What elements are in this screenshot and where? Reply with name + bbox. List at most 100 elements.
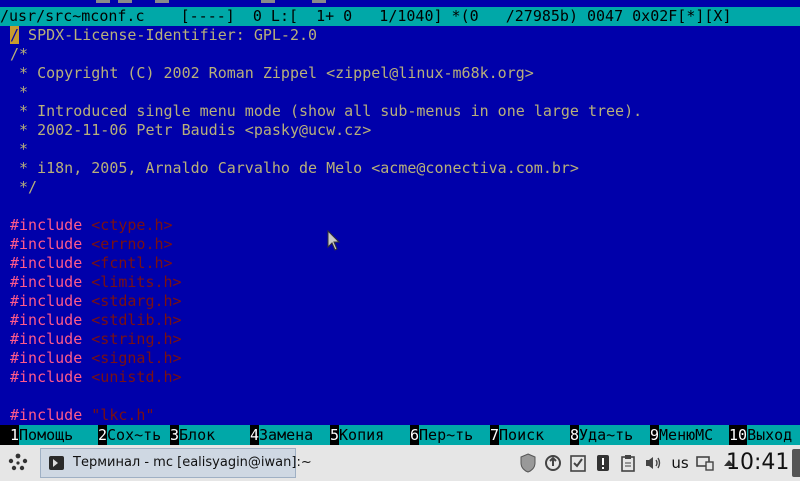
app-menu-icon[interactable] — [6, 452, 30, 474]
code-line: * i18n, 2005, Arnaldo Carvalho de Melo <… — [10, 159, 579, 178]
fkey-number: 8 — [570, 426, 580, 444]
preprocessor-keyword: #include — [10, 254, 83, 272]
update-icon[interactable] — [543, 453, 563, 473]
code-line: * Copyright (C) 2002 Roman Zippel <zippe… — [10, 64, 534, 83]
code-line-include: #include <string.h> — [10, 330, 182, 349]
fkey-number: 3 — [170, 426, 180, 444]
window-title: Терминал - mc [ealisyagin@iwan]:~ — [73, 455, 312, 470]
include-path: "lkc.h" — [91, 406, 155, 424]
code-line: * 2002-11-06 Petr Baudis <pasky@ucw.cz> — [10, 121, 371, 140]
editor-area[interactable]: / SPDX-License-Identifier: GPL-2.0/* * C… — [0, 26, 800, 426]
code-line: * — [10, 140, 28, 159]
code-line-include: #include <stdarg.h> — [10, 292, 182, 311]
include-path: <limits.h> — [91, 273, 182, 291]
system-tray: us — [518, 445, 739, 481]
include-path: <errno.h> — [91, 235, 173, 253]
code-line-include: #include "lkc.h" — [10, 406, 155, 425]
notification-icon[interactable] — [593, 453, 613, 473]
comment-text: * 2002-11-06 Petr Baudis <pasky@ucw.cz> — [10, 121, 372, 139]
comment-text: * — [10, 140, 29, 158]
preprocessor-keyword: #include — [10, 368, 83, 386]
preprocessor-keyword: #include — [10, 216, 83, 234]
fkey-label: Уда~ть — [579, 425, 651, 445]
taskbar-window-terminal[interactable]: Терминал - mc [ealisyagin@iwan]:~ — [40, 448, 312, 478]
comment-text: * i18n, 2005, Arnaldo Carvalho de Melo <… — [10, 159, 579, 177]
code-line: /* — [10, 45, 28, 64]
include-path: <ctype.h> — [91, 216, 173, 234]
fkey-5[interactable]: 5Копия — [330, 425, 411, 445]
include-path: <stdlib.h> — [91, 311, 182, 329]
checklist-icon[interactable] — [568, 453, 588, 473]
clock[interactable]: 10:41 — [726, 448, 789, 478]
fkey-number: 6 — [410, 426, 420, 444]
comment-text: * Introduced single menu mode (show all … — [10, 102, 643, 120]
top-edge — [0, 0, 800, 4]
fkey-number: 2 — [98, 426, 108, 444]
preprocessor-keyword: #include — [10, 292, 83, 310]
keyboard-layout-indicator[interactable]: us — [669, 454, 691, 472]
fkey-6[interactable]: 6Пер~ть — [410, 425, 491, 445]
fkey-label: Копия — [339, 425, 411, 445]
terminal-icon — [49, 456, 64, 470]
network-icon[interactable] — [695, 453, 715, 473]
comment-text: */ — [10, 178, 38, 196]
include-path: <fcntl.h> — [91, 254, 173, 272]
code-line: * Introduced single menu mode (show all … — [10, 102, 642, 121]
preprocessor-keyword: #include — [10, 311, 83, 329]
fkey-label: Пер~ть — [419, 425, 491, 445]
preprocessor-keyword: #include — [10, 235, 83, 253]
code-line-include: #include <stdlib.h> — [10, 311, 182, 330]
fkey-10[interactable]: 10Выход — [729, 425, 800, 445]
fkey-label: Помощь — [19, 425, 99, 445]
include-path: <string.h> — [91, 330, 182, 348]
code-line-include: #include <errno.h> — [10, 235, 173, 254]
fkey-7[interactable]: 7Поиск — [490, 425, 571, 445]
include-path: <signal.h> — [91, 349, 182, 367]
fkey-label: Выход — [747, 425, 800, 445]
code-line-include: #include <fcntl.h> — [10, 254, 173, 273]
fkey-8[interactable]: 8Уда~ть — [570, 425, 651, 445]
include-path: <unistd.h> — [91, 368, 182, 386]
fkey-number: 9 — [650, 426, 660, 444]
comment-text: SPDX-License-Identifier: GPL-2.0 — [19, 26, 318, 44]
preprocessor-keyword: #include — [10, 349, 83, 367]
fkey-label: Замена — [259, 425, 331, 445]
code-line: * — [10, 83, 28, 102]
editor-status-line: /usr/src~mconf.c [----] 0 L:[ 1+ 0 1/104… — [0, 7, 800, 26]
fkey-number: 1 — [10, 426, 20, 444]
clipboard-icon[interactable] — [618, 453, 638, 473]
preprocessor-keyword: #include — [10, 330, 83, 348]
fkey-number: 4 — [250, 426, 260, 444]
code-line-include: #include <signal.h> — [10, 349, 182, 368]
fkey-9[interactable]: 9МенюMC — [650, 425, 730, 445]
function-key-bar: 1Помощь 2Сох~ть 3Блок 4Замена 5Копия 6Пер~т… — [0, 425, 800, 445]
code-line-include: #include <unistd.h> — [10, 368, 182, 387]
fkey-number: 10 — [729, 426, 748, 444]
code-line: */ — [10, 178, 37, 197]
code-line: / SPDX-License-Identifier: GPL-2.0 — [10, 26, 317, 45]
fkey-3[interactable]: 3Блок — [170, 425, 251, 445]
mouse-cursor-icon — [327, 230, 341, 251]
preprocessor-keyword: #include — [10, 273, 83, 291]
text-cursor: / — [10, 26, 20, 44]
fkey-4[interactable]: 4Замена — [250, 425, 331, 445]
comment-text: /* — [10, 45, 29, 63]
fkey-2[interactable]: 2Сох~ть — [98, 425, 171, 445]
comment-text: * Copyright (C) 2002 Roman Zippel <zippe… — [10, 64, 534, 82]
taskbar: Терминал - mc [ealisyagin@iwan]:~ us 10:… — [0, 445, 800, 481]
shield-icon[interactable] — [518, 453, 538, 473]
preprocessor-keyword: #include — [10, 406, 83, 424]
fkey-label: Блок — [179, 425, 251, 445]
show-desktop-button[interactable] — [792, 449, 800, 477]
code-line-include: #include <limits.h> — [10, 273, 182, 292]
volume-icon[interactable] — [643, 453, 663, 473]
comment-text: * — [10, 83, 29, 101]
fkey-label: Сох~ть — [107, 425, 171, 445]
fkey-number: 7 — [490, 426, 500, 444]
fkey-label: МенюMC — [659, 425, 730, 445]
fkey-1[interactable]: 1Помощь — [10, 425, 99, 445]
fkey-label: Поиск — [499, 425, 571, 445]
include-path: <stdarg.h> — [91, 292, 182, 310]
code-line-include: #include <ctype.h> — [10, 216, 173, 235]
fkey-number: 5 — [330, 426, 340, 444]
